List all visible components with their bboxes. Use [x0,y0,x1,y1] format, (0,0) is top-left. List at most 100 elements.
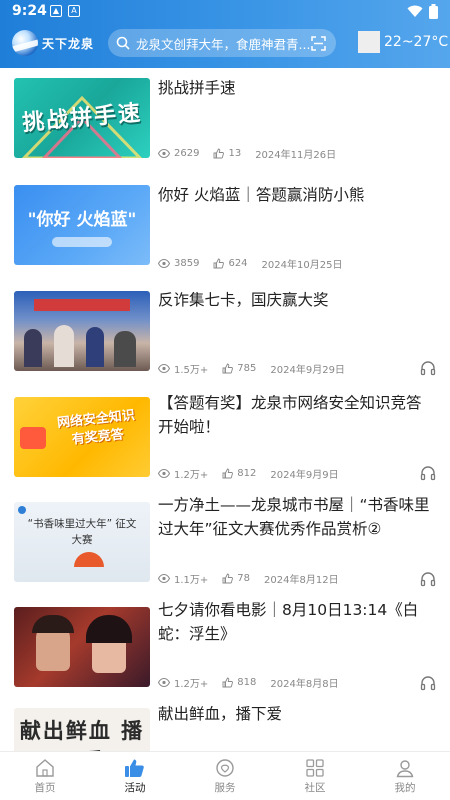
article-meta: 1.1万+ 78 2024年8月12日 [158,571,339,586]
weather-icon [358,31,380,53]
publish-date: 2024年9月29日 [270,365,345,376]
nav-label: 首页 [34,781,56,794]
article-thumbnail: 献出鲜血 播下爱 [14,708,150,751]
headphone-icon[interactable] [420,360,436,376]
thumbnail-person [114,331,136,367]
thumbnail-text: 网络安全知识 有奖竞答 [56,408,136,448]
like-icon [222,573,234,584]
article-thumbnail: "你好 火焰蓝" [14,185,150,265]
view-count: 2629 [174,148,200,159]
eye-icon [158,469,170,478]
grid-icon [306,758,324,777]
list-item[interactable]: “书香味里过大年” 征文大赛 一方净土——龙泉城市书屋｜“书香味里过大年”征文大… [0,493,450,598]
wifi-icon [407,5,423,17]
eye-icon [158,259,170,268]
article-title[interactable]: 一方净土——龙泉城市书屋｜“书香味里过大年”征文大赛优秀作品赏析② [158,493,433,541]
list-item[interactable]: 七夕请你看电影｜8月10日13:14《白蛇：浮生》 1.2万+ 818 2024… [0,598,450,702]
article-thumbnail: “书香味里过大年” 征文大赛 [14,502,150,582]
thumbnail-person [86,327,104,367]
thumbnail-tag [52,237,112,247]
list-item[interactable]: "你好 火焰蓝" 你好 火焰蓝｜答题赢消防小熊 3859 624 2024年10… [0,175,450,282]
publish-date: 2024年10月25日 [261,260,343,271]
image-notification-icon: ▲ [50,5,62,17]
service-icon [216,758,234,777]
like-count: 812 [237,468,257,479]
character-hair [86,615,132,643]
system-status [407,4,438,19]
like-icon [222,468,234,479]
a-notification-icon: A [68,5,80,17]
eye-icon [158,574,170,583]
publish-date: 2024年8月12日 [264,575,339,586]
app-logo[interactable]: 天下龙泉 [12,30,94,56]
article-meta: 1.2万+ 818 2024年8月8日 [158,675,339,690]
nav-profile[interactable]: 我的 [360,752,450,800]
notification-icons: ▲ A [50,5,80,17]
weather-widget[interactable]: 22~27°C [358,31,448,53]
like-count: 785 [237,363,257,374]
headphone-icon[interactable] [420,675,436,691]
bottom-navigation: 首页 活动 服务 社区 我的 [0,751,450,800]
nav-activity[interactable]: 活动 [90,752,180,800]
thumbnail-person [24,329,42,367]
thumbnail-text: "你好 火焰蓝" [27,210,137,230]
article-thumbnail: 挑战拼手速 [14,78,150,158]
view-count: 3859 [174,258,200,269]
view-count: 1.5万+ [174,365,209,376]
character-hair [32,615,74,633]
nav-community[interactable]: 社区 [270,752,360,800]
headphone-icon[interactable] [420,465,436,481]
search-icon [116,36,130,50]
battery-icon [429,4,438,19]
view-count: 1.2万+ [174,470,209,481]
article-title[interactable]: 【答题有奖】龙泉市网络安全知识竞答开始啦！ [158,391,433,439]
article-title[interactable]: 挑战拼手速 [158,76,433,100]
article-meta: 3859 624 2024年10月25日 [158,256,342,271]
status-time: 9:24 [12,3,47,19]
like-icon [214,148,225,159]
list-item[interactable]: 网络安全知识 有奖竞答 【答题有奖】龙泉市网络安全知识竞答开始啦！ 1.2万+ … [0,387,450,493]
home-icon [36,758,54,777]
article-meta: 1.5万+ 785 2024年9月29日 [158,361,345,376]
nav-service[interactable]: 服务 [180,752,270,800]
thumbnail-person [54,325,74,367]
publish-date: 2024年9月9日 [270,470,339,481]
like-count: 818 [237,677,257,688]
article-title[interactable]: 反诈集七卡，国庆赢大奖 [158,288,433,312]
logo-icon [18,506,26,514]
article-title[interactable]: 献出鲜血，播下爱 [158,702,433,726]
nav-label: 我的 [394,781,416,794]
headphone-icon[interactable] [420,571,436,587]
thumbnail-banner [34,299,130,311]
eye-icon [158,678,170,687]
search-placeholder: 龙泉文创拜大年，食鹿神君青... [136,36,311,52]
eye-icon [158,364,170,373]
article-title[interactable]: 你好 火焰蓝｜答题赢消防小熊 [158,183,433,207]
scan-icon[interactable] [311,35,326,51]
like-count: 78 [237,573,251,584]
nav-label: 社区 [304,781,326,794]
logo-text: 天下龙泉 [42,36,95,51]
like-icon [214,258,225,269]
weather-temperature: 22~27°C [384,34,449,50]
article-title[interactable]: 七夕请你看电影｜8月10日13:14《白蛇：浮生》 [158,598,433,646]
view-count: 1.1万+ [174,575,209,586]
search-bar[interactable]: 龙泉文创拜大年，食鹿神君青... [108,29,336,57]
article-thumbnail [14,291,150,371]
status-bar: 9:24 ▲ A [0,0,450,24]
publish-date: 2024年11月26日 [255,150,337,161]
list-item[interactable]: 挑战拼手速 挑战拼手速 2629 13 2024年11月26日 [0,68,450,175]
thumbnail-text: 献出鲜血 播下爱 [19,719,145,751]
list-item[interactable]: 反诈集七卡，国庆赢大奖 1.5万+ 785 2024年9月29日 [0,282,450,387]
thumbs-up-icon [125,759,144,777]
person-icon [396,759,414,777]
nav-home[interactable]: 首页 [0,752,90,800]
sun-graphic [74,552,104,567]
view-count: 1.2万+ [174,679,209,690]
article-thumbnail: 网络安全知识 有奖竞答 [14,397,150,477]
eye-icon [158,149,170,158]
nav-label: 服务 [214,781,236,794]
list-item[interactable]: 献出鲜血 播下爱 献出鲜血，播下爱 [0,702,450,751]
article-list[interactable]: 挑战拼手速 挑战拼手速 2629 13 2024年11月26日 "你好 火焰蓝"… [0,68,450,751]
article-thumbnail [14,607,150,687]
